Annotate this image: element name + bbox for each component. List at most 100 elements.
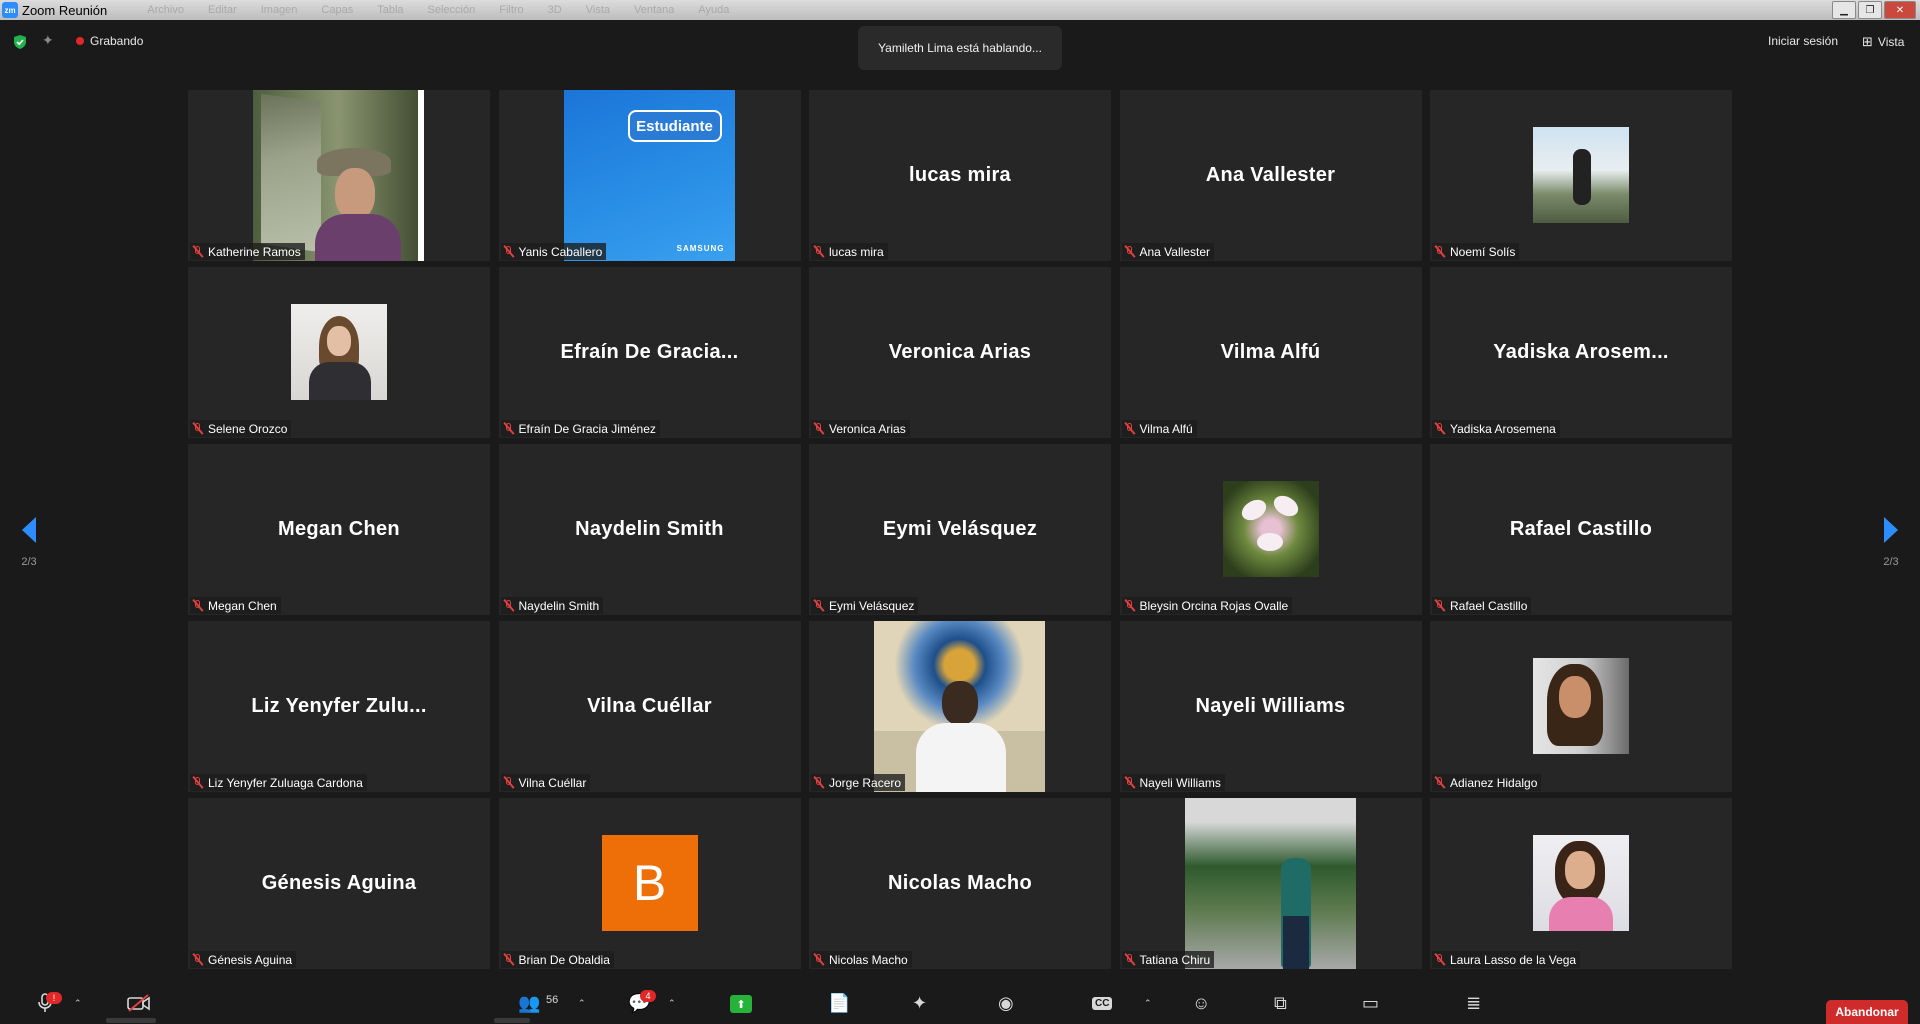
mic-muted-icon: [813, 776, 825, 789]
participant-tile[interactable]: Noemí Solís: [1430, 90, 1732, 261]
next-page-arrow-icon[interactable]: [1880, 515, 1902, 545]
participant-name-label: Katherine Ramos: [190, 243, 305, 260]
background-menu-item: 3D: [547, 4, 562, 16]
view-button[interactable]: ⊞ Vista: [1862, 34, 1904, 50]
participant-name-label: lucas mira: [811, 243, 888, 260]
participant-tile[interactable]: Nayeli Williams Nayeli Williams: [1119, 621, 1422, 792]
participant-tile[interactable]: Bleysin Orcina Rojas Ovalle: [1119, 444, 1422, 615]
close-icon[interactable]: ✕: [1884, 1, 1916, 19]
captions-caret-icon[interactable]: ⌃: [1144, 998, 1152, 1009]
participant-name-label: Vilna Cuéllar: [500, 774, 591, 791]
participant-name-label: Ana Vallester: [1121, 243, 1214, 260]
participant-tile[interactable]: Génesis Aguina Génesis Aguina: [188, 798, 490, 969]
whiteboard-icon: ▭: [1362, 992, 1380, 1013]
video-button[interactable]: [126, 992, 152, 1014]
participants-caret-icon[interactable]: ⌃: [578, 998, 586, 1009]
recording-dot-icon: [76, 37, 84, 45]
chat-caret-icon[interactable]: ⌃: [668, 998, 676, 1009]
participant-tile[interactable]: B Brian De Obaldia: [498, 798, 801, 969]
mic-muted-icon: [192, 422, 204, 435]
participant-name-label: Jorge Racero: [811, 774, 906, 791]
participant-tile[interactable]: Laura Lasso de la Vega: [1430, 798, 1732, 969]
participant-tile[interactable]: Nicolas Macho Nicolas Macho: [809, 798, 1111, 969]
notes-button[interactable]: 📄: [828, 992, 850, 1014]
profile-picture: [1533, 835, 1629, 931]
participant-tile[interactable]: Rafael Castillo Rafael Castillo: [1430, 444, 1732, 615]
participant-display-name: Nayeli Williams: [1195, 695, 1346, 717]
sign-in-button[interactable]: Iniciar sesión: [1768, 34, 1838, 48]
participant-tile[interactable]: Eymi Velásquez Eymi Velásquez: [809, 444, 1111, 615]
mic-muted-icon: [813, 422, 825, 435]
participant-tile[interactable]: Veronica Arias Veronica Arias: [809, 267, 1111, 438]
participant-tile[interactable]: Estudiante SAMSUNG Yanis Caballero: [498, 90, 801, 261]
participant-tile[interactable]: Ana Vallester Ana Vallester: [1119, 90, 1422, 261]
participant-name-label: Vilma Alfú: [1121, 420, 1197, 437]
window-controls: ▁ ❐ ✕: [1832, 1, 1916, 19]
participant-tile[interactable]: Katherine Ramos: [188, 90, 490, 261]
grid-view-icon: ⊞: [1862, 34, 1873, 49]
participant-tile[interactable]: Selene Orozco: [188, 267, 490, 438]
participant-display-name: Yadiska Arosem...: [1493, 341, 1669, 363]
participant-name-label: Tatiana Chiru: [1121, 951, 1215, 968]
participant-display-name: Rafael Castillo: [1509, 518, 1653, 540]
recording-indicator[interactable]: Grabando: [76, 34, 143, 48]
mic-muted-icon: [503, 422, 515, 435]
participant-display-name: Génesis Aguina: [261, 872, 417, 894]
participant-display-name: Vilna Cuéllar: [587, 695, 712, 717]
share-arrow-icon: ⬆: [736, 998, 746, 1011]
maximize-icon[interactable]: ❐: [1858, 1, 1882, 19]
ai-sparkle-icon: ✦: [912, 992, 928, 1013]
participant-tile[interactable]: Efraín De Gracia... Efraín De Gracia Jimé…: [498, 267, 801, 438]
participant-tile[interactable]: Vilna Cuéllar Vilna Cuéllar: [498, 621, 801, 792]
participant-name-label: Liz Yenyfer Zuluaga Cardona: [190, 774, 367, 791]
participant-tile[interactable]: Tatiana Chiru: [1119, 798, 1422, 969]
share-screen-button[interactable]: ⬆: [730, 995, 752, 1013]
participant-tile[interactable]: lucas mira lucas mira: [809, 90, 1111, 261]
page-indicator-right: 2/3: [1883, 556, 1899, 568]
participant-name-label: Efraín De Gracia Jiménez: [500, 420, 660, 437]
background-menu-item: Vista: [585, 4, 610, 16]
participant-tile[interactable]: Vilma Alfú Vilma Alfú: [1119, 267, 1422, 438]
more-button[interactable]: ≣: [1466, 992, 1481, 1014]
ai-companion-button[interactable]: ✦: [912, 992, 927, 1014]
leave-button[interactable]: Abandonar: [1826, 1000, 1908, 1024]
participant-display-name: lucas mira: [909, 164, 1011, 186]
profile-picture: [1222, 481, 1319, 577]
whiteboard-button[interactable]: ▭: [1362, 992, 1379, 1014]
participant-name: Megan Chen: [208, 598, 277, 613]
participant-name: Yadiska Arosemena: [1450, 421, 1556, 436]
participants-button[interactable]: 👥: [518, 992, 540, 1014]
minimize-icon[interactable]: ▁: [1832, 1, 1856, 19]
participant-name-label: Megan Chen: [190, 597, 281, 614]
chat-unread-badge: 4: [640, 990, 656, 1002]
zoom-app-icon: zm: [2, 2, 18, 18]
notes-icon: 📄: [828, 992, 851, 1013]
page-indicator-left: 2/3: [21, 556, 37, 568]
reactions-button[interactable]: ☺: [1192, 992, 1210, 1014]
participant-name: Bleysin Orcina Rojas Ovalle: [1139, 598, 1289, 613]
participant-video: [253, 90, 424, 261]
participant-name-label: Nicolas Macho: [811, 951, 912, 968]
participant-tile[interactable]: Adianez Hidalgo: [1430, 621, 1732, 792]
mic-muted-icon: [1434, 422, 1446, 435]
meeting-top-bar: ✦ Grabando Yamileth Lima está hablando..…: [0, 22, 1920, 70]
ai-companion-icon[interactable]: ✦: [42, 32, 54, 49]
participant-tile[interactable]: Megan Chen Megan Chen: [188, 444, 490, 615]
audio-options-caret-icon[interactable]: ⌃: [74, 998, 82, 1009]
participant-tile[interactable]: Liz Yenyfer Zulu... Liz Yenyfer Zuluaga C…: [188, 621, 490, 792]
mic-muted-icon: [1124, 776, 1136, 789]
record-button[interactable]: ◉: [998, 992, 1014, 1014]
previous-page-arrow-icon[interactable]: [18, 515, 40, 545]
apps-button[interactable]: ⧉: [1274, 992, 1287, 1014]
participant-tile[interactable]: Naydelin Smith Naydelin Smith: [498, 444, 801, 615]
security-shield-icon[interactable]: [12, 34, 28, 50]
mic-muted-icon: [813, 599, 825, 612]
captions-button[interactable]: CC: [1092, 992, 1113, 1014]
participant-video: Estudiante SAMSUNG: [563, 90, 735, 261]
participant-tile[interactable]: Jorge Racero: [809, 621, 1111, 792]
participants-count: 56: [546, 994, 559, 1006]
participant-name: Veronica Arias: [829, 421, 906, 436]
participant-name-label: Naydelin Smith: [500, 597, 604, 614]
participant-tile[interactable]: Yadiska Arosem... Yadiska Arosemena: [1430, 267, 1732, 438]
participant-name: Naydelin Smith: [518, 598, 600, 613]
